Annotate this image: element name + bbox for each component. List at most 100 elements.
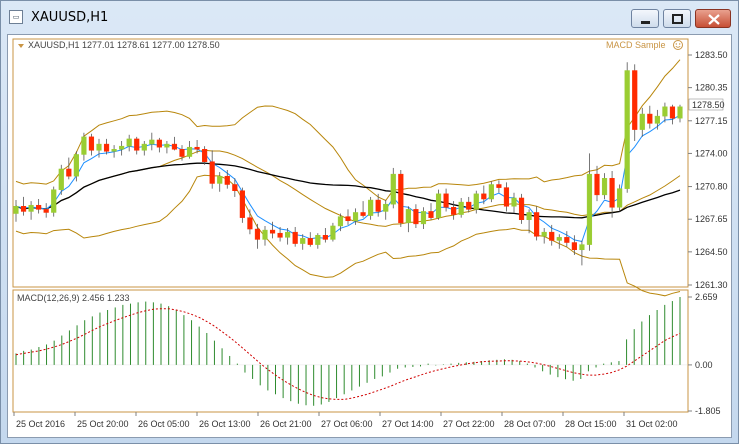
candle-body (435, 193, 442, 218)
candle-body (586, 173, 593, 245)
candle (571, 235, 577, 255)
candle-body (556, 237, 562, 241)
candle-body (368, 199, 374, 216)
close-button[interactable] (695, 9, 731, 28)
candle-body (375, 199, 381, 212)
candle-body (360, 212, 366, 216)
time-axis-label: 28 Oct 07:00 (504, 419, 556, 429)
time-axis-label: 31 Oct 02:00 (626, 419, 678, 429)
candle (126, 134, 132, 152)
candle (164, 140, 170, 154)
symbol-info: XAUUSD,H1 1277.01 1278.61 1277.00 1278.5… (28, 40, 220, 50)
candle-body (292, 231, 298, 244)
candle-body (20, 206, 27, 212)
candle-body (126, 138, 132, 147)
bollinger-upper-band (15, 59, 681, 202)
candle-body (149, 139, 155, 145)
maximize-button[interactable] (663, 9, 691, 28)
candle (156, 137, 162, 153)
candle (549, 224, 555, 246)
time-axis-label: 25 Oct 2016 (16, 419, 65, 429)
candle-body (466, 201, 472, 210)
window-title: XAUUSD,H1 (31, 10, 109, 25)
candle-body (254, 228, 261, 240)
candle (51, 186, 57, 217)
candle-body (269, 229, 276, 234)
candle-body (594, 173, 600, 196)
price-axis-label: 1283.50 (695, 50, 728, 60)
candle (119, 140, 125, 156)
candle (435, 189, 442, 220)
candle-body (141, 143, 147, 151)
candle-body (247, 217, 253, 230)
candle (66, 157, 72, 180)
collapse-arrow-icon[interactable] (18, 44, 24, 48)
candle (556, 234, 562, 249)
candle (43, 203, 49, 218)
candle (601, 173, 608, 200)
close-icon (708, 14, 720, 25)
macd-axis-label: 0.00 (695, 360, 713, 370)
candle (322, 228, 328, 243)
maximize-icon (672, 14, 683, 24)
candle (111, 145, 117, 158)
candle-body (541, 231, 547, 237)
candle (224, 170, 230, 189)
candle-body (322, 235, 328, 240)
candle-body (534, 212, 540, 237)
candle-body (632, 70, 638, 130)
candle-body (345, 216, 351, 222)
candle-body (609, 178, 615, 208)
title-bar[interactable]: ▭ XAUUSD,H1 (1, 1, 738, 35)
candle (579, 240, 585, 266)
minimize-button[interactable] (631, 9, 659, 28)
candle-body (239, 190, 245, 218)
candle-body (28, 204, 34, 212)
candle (209, 150, 215, 189)
candle (420, 207, 427, 230)
price-axis-label: 1264.50 (695, 247, 728, 257)
candle (481, 185, 487, 205)
candle (541, 228, 547, 244)
candle-body (639, 113, 645, 130)
candle (186, 140, 193, 159)
price-axis-label: 1267.65 (695, 214, 728, 224)
price-chart-svg[interactable]: 1283.50 1280.35 1277.15 1274.00 1270.80 1267.… (8, 35, 731, 437)
candle (496, 180, 502, 193)
candle (330, 222, 336, 242)
candle (134, 136, 140, 155)
candle (73, 151, 79, 182)
candle (262, 225, 268, 246)
candle-body (405, 209, 411, 224)
candle-body (307, 238, 313, 245)
candle-body (451, 207, 457, 215)
candle (617, 184, 623, 212)
candle (141, 140, 147, 156)
bollinger-lower-band (15, 174, 681, 297)
time-axis-label: 27 Oct 14:00 (382, 419, 434, 429)
candle (632, 64, 638, 141)
candle (639, 107, 645, 137)
candle-body (503, 187, 510, 207)
candle-body (315, 235, 321, 245)
chart-window-icon: ▭ (9, 10, 23, 24)
macd-subwindow-frame (12, 289, 689, 413)
candle (586, 153, 593, 251)
candle (307, 232, 313, 247)
chart-area[interactable]: 1283.50 1280.35 1277.15 1274.00 1270.80 1267.… (7, 34, 732, 438)
candle (383, 200, 389, 220)
candle (171, 136, 178, 151)
candle (488, 181, 494, 203)
candle (345, 209, 351, 225)
candle (624, 62, 630, 193)
time-axis-label: 27 Oct 22:00 (443, 419, 495, 429)
candle-body (677, 106, 683, 119)
candle (239, 187, 245, 223)
candle (466, 196, 472, 213)
candle (292, 226, 298, 247)
candle-body (428, 211, 434, 218)
indicator-name: MACD Sample (606, 40, 666, 50)
candle-body (277, 232, 283, 238)
candle-body (549, 231, 555, 241)
current-price-marker: 1278.50 (688, 98, 725, 111)
